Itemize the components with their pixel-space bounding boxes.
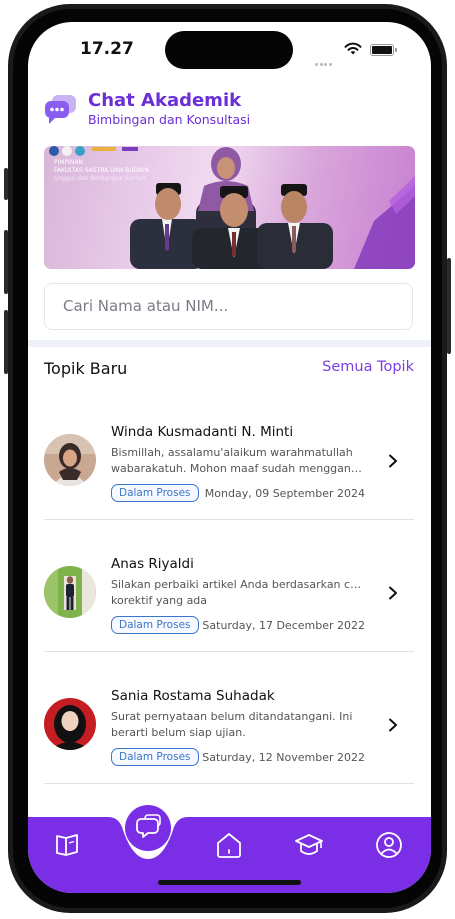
banner-caption-tagline: Unggul dan Berbangsa Santun [54,175,146,182]
user-circle-icon[interactable] [374,830,404,860]
topic-message-line: wabarakatuh. Mohon maaf sudah mengganggu… [111,462,367,475]
status-badge: Dalam Proses [111,616,199,634]
banner-caption-line1: PIMPINAN [54,159,84,166]
chat-icon [136,814,161,838]
chevron-right-icon[interactable] [386,586,400,600]
topic-date: Saturday, 17 December 2022 [202,619,365,632]
status-badge: Dalam Proses [111,748,199,766]
banner-caption: PIMPINAN FAKULTAS SASTRA DAN BUDAYA Ungg… [54,159,149,183]
home-indicator [158,880,301,885]
topic-item[interactable]: Winda Kusmadanti N. Minti Bismillah, ass… [44,388,414,520]
section-title: Topik Baru [44,359,128,378]
power-button [447,258,451,354]
avatar [44,698,96,750]
topic-date: Monday, 09 September 2024 [204,487,365,500]
chat-bubbles-logo-icon [45,95,76,124]
topic-message: Bismillah, assalamu'alaikum warahmatulla… [111,445,367,477]
signal-icon [315,51,333,70]
avatar [44,566,96,618]
chevron-right-icon[interactable] [386,718,400,732]
book-icon[interactable] [53,830,83,860]
app-title: Chat Akademik [88,90,242,111]
topic-name: Sania Rostama Suhadak [111,688,275,704]
home-icon[interactable] [214,830,244,860]
topic-message-line: Surat pernyataan belum ditandatangani. I… [111,710,353,723]
topic-item[interactable]: Anas Riyaldi Silakan perbaiki artikel An… [44,520,414,652]
topic-date: Saturday, 12 November 2022 [202,751,365,764]
app-subtitle: Bimbingan dan Konsultasi [88,112,251,127]
topic-message-line: korektif yang ada [111,594,208,607]
chevron-right-icon[interactable] [386,454,400,468]
search-box[interactable] [44,283,413,330]
wifi-icon [344,42,362,55]
dynamic-island [165,31,293,69]
avatar-photo [44,698,96,750]
volume-up-button [4,230,8,294]
all-topics-link[interactable]: Semua Topik [322,359,414,375]
topic-message-line: berarti belum siap ujian. [111,726,246,739]
faculty-leaders-banner[interactable]: PIMPINAN FAKULTAS SASTRA DAN BUDAYA Ungg… [44,146,415,269]
status-badge: Dalam Proses [111,484,199,502]
status-time: 17.27 [80,39,134,59]
topic-message-line: Silakan perbaiki artikel Anda berdasarka… [111,578,367,591]
avatar [44,434,96,486]
app-screen: 17.27 Chat Akademik Bimbingan dan Konsul… [28,22,431,893]
battery-icon [370,44,397,56]
topic-name: Anas Riyaldi [111,556,194,572]
graduation-cap-icon[interactable] [294,830,324,860]
avatar-photo [44,566,96,618]
status-bar: 17.27 [28,22,431,78]
volume-down-button [4,310,8,374]
topic-message-line: Bismillah, assalamu'alaikum warahmatulla… [111,446,353,459]
topic-item[interactable]: Sania Rostama Suhadak Surat pernyataan b… [44,652,414,784]
section-divider [28,340,431,347]
avatar-photo [44,434,96,486]
chat-fab-button[interactable] [125,805,171,851]
app-header: Chat Akademik Bimbingan dan Konsultasi [44,90,414,130]
topic-message: Surat pernyataan belum ditandatangani. I… [111,709,367,741]
banner-caption-line2: FAKULTAS SASTRA DAN BUDAYA [54,167,150,174]
search-input[interactable] [61,296,385,316]
topic-message: Silakan perbaiki artikel Anda berdasarka… [111,577,367,609]
action-button [4,168,8,200]
topic-name: Winda Kusmadanti N. Minti [111,424,294,440]
